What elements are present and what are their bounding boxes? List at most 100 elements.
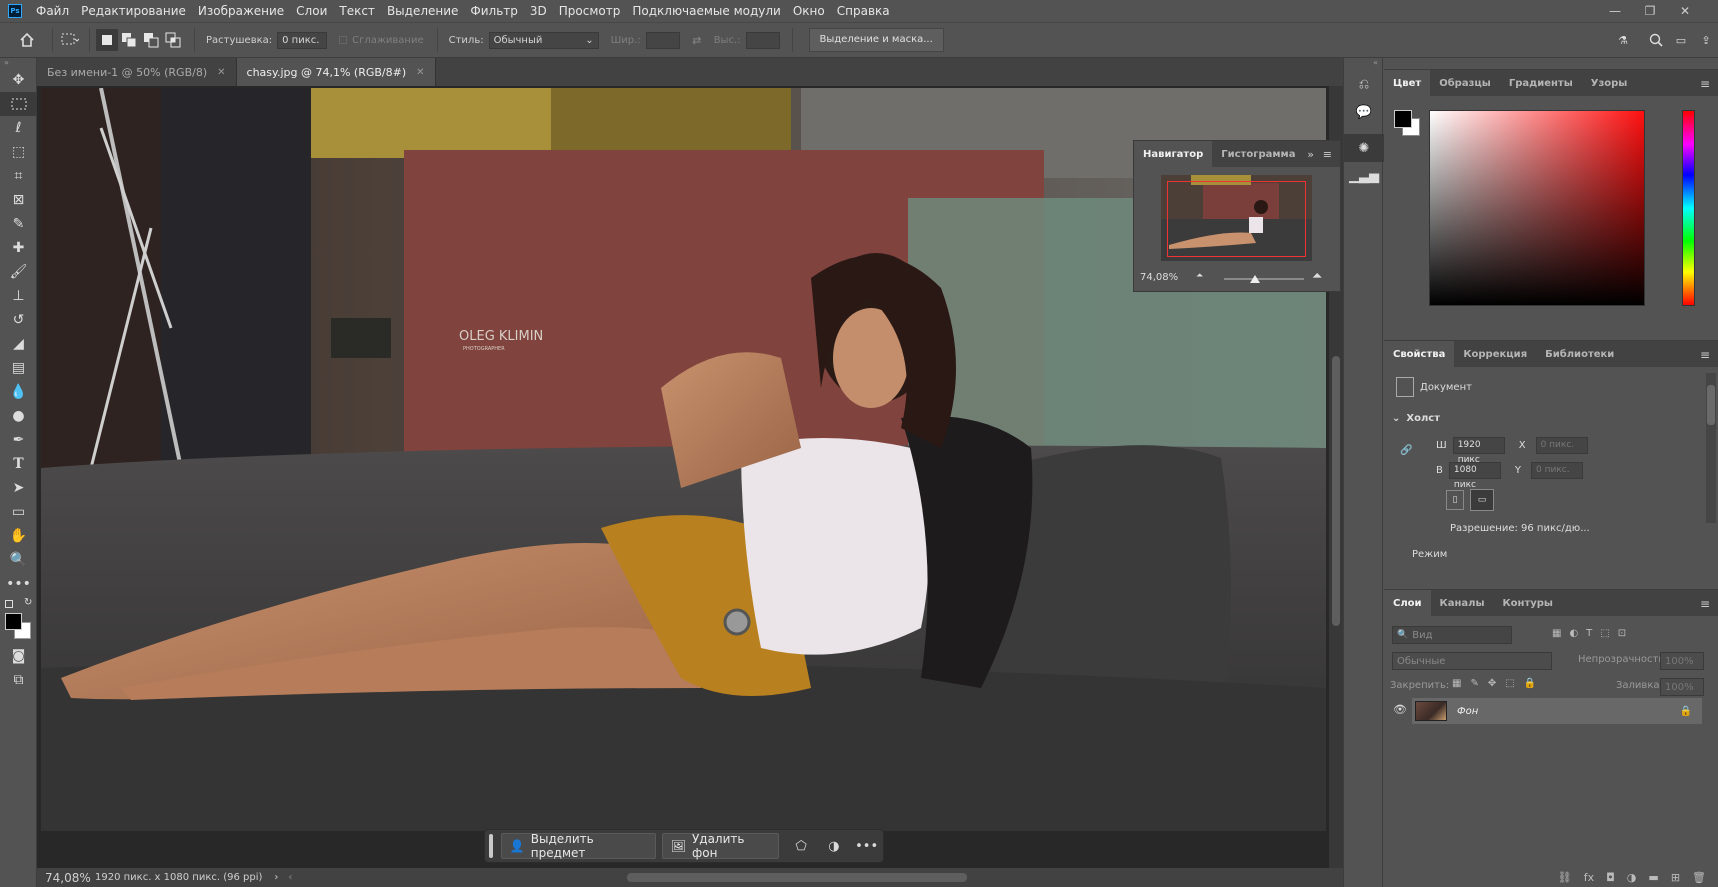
lasso-tool-icon[interactable]: ℓ bbox=[0, 116, 37, 140]
menu-type[interactable]: Текст bbox=[333, 0, 381, 22]
new-selection-icon[interactable] bbox=[96, 29, 118, 51]
add-selection-icon[interactable] bbox=[118, 29, 140, 51]
close-icon[interactable]: ✕ bbox=[416, 67, 424, 78]
zoom-slider-handle[interactable] bbox=[1250, 275, 1260, 283]
portrait-icon[interactable]: ▯ bbox=[1446, 490, 1464, 510]
menu-select[interactable]: Выделение bbox=[381, 0, 464, 22]
default-colors-icon[interactable] bbox=[5, 600, 13, 608]
style-select[interactable]: Обычный ⌄ bbox=[488, 31, 599, 49]
foreground-color-swatch[interactable] bbox=[5, 613, 22, 630]
navigator-preview[interactable] bbox=[1161, 175, 1312, 261]
rectangle-tool-icon[interactable]: ▭ bbox=[0, 500, 37, 524]
eyedropper-tool-icon[interactable]: ✎ bbox=[0, 212, 37, 236]
menu-layers[interactable]: Слои bbox=[290, 0, 333, 22]
crop-tool-icon[interactable]: ⌗ bbox=[0, 164, 37, 188]
flask-icon[interactable]: ⚗ bbox=[1612, 29, 1634, 51]
swap-colors-icon[interactable]: ↻ bbox=[24, 597, 32, 608]
maximize-icon[interactable]: ❐ bbox=[1635, 0, 1665, 22]
eraser-tool-icon[interactable]: ◢ bbox=[0, 332, 37, 356]
menu-help[interactable]: Справка bbox=[831, 0, 896, 22]
panel-menu-icon[interactable]: ≡ bbox=[1700, 77, 1710, 91]
link-icon[interactable]: 🔗 bbox=[1400, 445, 1412, 456]
tab-gradients[interactable]: Градиенты bbox=[1500, 70, 1582, 96]
canvas-height-input[interactable]: 1080 пикс bbox=[1448, 462, 1501, 490]
antialias-checkbox[interactable] bbox=[339, 36, 348, 44]
properties-scrollbar[interactable] bbox=[1706, 373, 1716, 523]
link-layers-icon[interactable]: ⛓ bbox=[1558, 871, 1572, 884]
remove-background-button[interactable]: 🖼 Удалить фон bbox=[661, 832, 779, 860]
stamp-tool-icon[interactable]: ⊥ bbox=[0, 284, 37, 308]
new-group-icon[interactable]: ▬ bbox=[1648, 871, 1658, 884]
properties-scrollbar-thumb[interactable] bbox=[1707, 385, 1715, 425]
close-icon[interactable]: ✕ bbox=[217, 67, 225, 78]
zoom-tool-icon[interactable]: 🔍 bbox=[0, 548, 37, 572]
search-icon[interactable] bbox=[1645, 29, 1667, 51]
collapse-icon[interactable]: » bbox=[0, 58, 36, 68]
feather-input[interactable]: 0 пикс. bbox=[277, 31, 328, 49]
foreground-color-swatch[interactable] bbox=[1394, 110, 1412, 128]
height-input[interactable] bbox=[745, 31, 780, 49]
tab-swatches[interactable]: Образцы bbox=[1430, 70, 1500, 96]
gradient-tool-icon[interactable]: ▤ bbox=[0, 356, 37, 380]
move-tool-icon[interactable]: ✥ bbox=[0, 68, 37, 92]
tab-libraries[interactable]: Библиотеки bbox=[1536, 341, 1623, 367]
history-icon[interactable]: ⎌ bbox=[1344, 70, 1384, 98]
lock-icon[interactable]: 🔒 bbox=[1680, 706, 1692, 717]
adjustment-icon[interactable]: ◑ bbox=[818, 833, 851, 859]
x-input[interactable]: 0 пикс. bbox=[1535, 437, 1588, 454]
tab-navigator[interactable]: Навигатор bbox=[1134, 141, 1213, 167]
quick-mask-icon[interactable]: ◙ bbox=[0, 644, 37, 668]
menu-edit[interactable]: Редактирование bbox=[75, 0, 192, 22]
type-tool-icon[interactable]: T bbox=[0, 452, 37, 476]
drag-handle[interactable] bbox=[489, 834, 493, 858]
navigator-view-rect[interactable] bbox=[1167, 181, 1306, 257]
navigator-zoom[interactable]: 74,08% bbox=[1140, 272, 1178, 283]
add-mask-icon[interactable]: ◘ bbox=[1606, 871, 1615, 884]
subtract-selection-icon[interactable] bbox=[140, 29, 162, 51]
frame-tool-icon[interactable]: ⊠ bbox=[0, 188, 37, 212]
intersect-selection-icon[interactable] bbox=[162, 29, 184, 51]
canvas-width-input[interactable]: 1920 пикс bbox=[1452, 437, 1505, 465]
expand-icon[interactable]: » bbox=[1307, 148, 1314, 161]
dodge-tool-icon[interactable]: ● bbox=[0, 404, 37, 428]
hue-slider[interactable] bbox=[1682, 110, 1695, 306]
landscape-icon[interactable]: ▭ bbox=[1470, 489, 1494, 511]
panel-menu-icon[interactable]: ≡ bbox=[1700, 348, 1710, 362]
panel-menu-icon[interactable]: ≡ bbox=[1323, 148, 1332, 161]
minimize-icon[interactable]: — bbox=[1600, 0, 1630, 22]
tab-patterns[interactable]: Узоры bbox=[1582, 70, 1637, 96]
scroll-left-icon[interactable]: ‹ bbox=[288, 872, 292, 883]
comments-icon[interactable]: 💬 bbox=[1344, 98, 1384, 126]
more-tools-icon[interactable]: ••• bbox=[0, 572, 37, 596]
panel-menu-icon[interactable]: ≡ bbox=[1700, 597, 1710, 611]
navigator-panel-icon[interactable]: ✺ bbox=[1344, 134, 1384, 162]
menu-filter[interactable]: Фильтр bbox=[464, 0, 523, 22]
blur-tool-icon[interactable]: 💧 bbox=[0, 380, 37, 404]
layer-item[interactable]: Фон 🔒 bbox=[1412, 698, 1702, 724]
menu-3d[interactable]: 3D bbox=[524, 0, 553, 22]
tab-histogram[interactable]: Гистограмма bbox=[1212, 141, 1304, 167]
swap-icon[interactable]: ⇄ bbox=[686, 29, 708, 51]
healing-tool-icon[interactable]: ✚ bbox=[0, 236, 37, 260]
marquee-tool-icon[interactable] bbox=[0, 92, 37, 116]
screen-mode-icon[interactable]: ⧉ bbox=[0, 668, 37, 692]
canvas-section[interactable]: ⌄ Холст bbox=[1392, 413, 1440, 424]
layer-filter-icons[interactable]: ▦◐T⬚⊡ bbox=[1552, 628, 1634, 639]
marquee-preset-icon[interactable] bbox=[59, 29, 81, 51]
share-icon[interactable]: ⇪ bbox=[1695, 29, 1717, 51]
tab-chasy[interactable]: chasy.jpg @ 74,1% (RGB/8#) ✕ bbox=[236, 58, 436, 86]
menu-file[interactable]: Файл bbox=[30, 0, 75, 22]
zoom-out-icon[interactable]: ⏶ bbox=[1196, 271, 1203, 281]
new-adjustment-icon[interactable]: ◑ bbox=[1627, 871, 1637, 884]
menu-view[interactable]: Просмотр bbox=[553, 0, 627, 22]
menu-image[interactable]: Изображение bbox=[192, 0, 290, 22]
brush-tool-icon[interactable]: 🖌 bbox=[0, 260, 37, 284]
collapse-icon[interactable]: « bbox=[1344, 58, 1382, 70]
tab-properties[interactable]: Свойства bbox=[1384, 341, 1455, 367]
tab-untitled[interactable]: Без имени-1 @ 50% (RGB/8) ✕ bbox=[37, 58, 237, 86]
more-options-icon[interactable]: ••• bbox=[850, 833, 883, 859]
zoom-in-icon[interactable]: ⏶ bbox=[1312, 269, 1322, 284]
select-and-mask-button[interactable]: Выделение и маска... bbox=[808, 28, 944, 52]
close-icon[interactable]: ✕ bbox=[1670, 0, 1700, 22]
zoom-level[interactable]: 74,08% bbox=[37, 871, 91, 885]
